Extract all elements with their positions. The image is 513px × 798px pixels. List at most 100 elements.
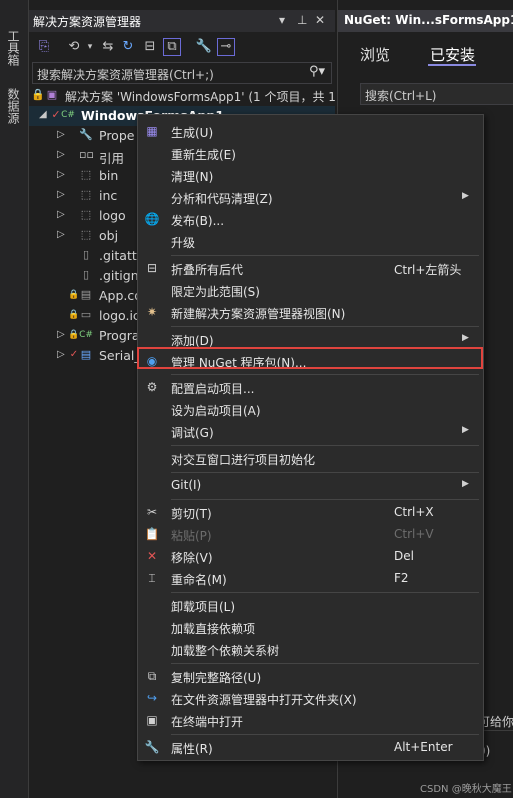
tab-installed-underline: [428, 64, 476, 66]
menu-item-label: 粘贴(P): [171, 529, 212, 543]
paste-icon: 📋: [144, 527, 160, 541]
menu-separator: [171, 592, 479, 593]
menu-item-rename[interactable]: ⌶ 重命名(M) F2: [138, 567, 483, 589]
toolbox-tab[interactable]: 工具箱: [5, 30, 22, 66]
menu-item-label: 对交互窗口进行项目初始化: [171, 453, 316, 467]
menu-item-label: 加载直接依赖项: [171, 622, 256, 636]
build-icon: ▦: [146, 124, 158, 138]
menu-item-label: 在文件资源管理器中打开文件夹(X): [171, 693, 357, 707]
sync-icon[interactable]: ⇆: [99, 38, 117, 56]
menu-item-open-terminal[interactable]: ▣ 在终端中打开: [138, 709, 483, 731]
menu-item-unload[interactable]: 卸载项目(L): [138, 594, 483, 616]
chevron-down-icon[interactable]: ▾: [279, 13, 285, 27]
menu-item-collapse-all[interactable]: ⊟ 折叠所有后代 Ctrl+左箭头: [138, 257, 483, 279]
menu-item-shortcut: Ctrl+X: [394, 505, 434, 519]
tree-item-label: .gitign: [99, 268, 139, 283]
menu-item-shortcut: F2: [394, 571, 409, 585]
folder-icon: ⬚: [80, 228, 92, 241]
new-view-icon: ✷: [146, 305, 158, 319]
show-all-files-icon[interactable]: ⧉: [163, 38, 181, 56]
menu-item-label: 设为启动项目(A): [171, 404, 261, 418]
submenu-arrow-icon: ▶: [462, 333, 469, 343]
menu-item-label: 折叠所有后代: [171, 263, 244, 277]
menu-item-load-tree[interactable]: 加载整个依赖关系树: [138, 638, 483, 660]
menu-item-label: 分析和代码清理(Z): [171, 192, 273, 206]
copy-icon: ⧉: [147, 669, 157, 683]
nuget-document-tab[interactable]: NuGet: Win...sFormsApp1: [338, 10, 513, 32]
tab-browse[interactable]: 浏览: [360, 44, 390, 65]
menu-item-label: 在终端中打开: [171, 715, 244, 729]
wrench-icon: 🔧: [79, 128, 93, 141]
pin-icon[interactable]: ⊥: [297, 13, 307, 27]
menu-item-rebuild[interactable]: 重新生成(E): [138, 142, 483, 164]
menu-item-analyze[interactable]: 分析和代码清理(Z) ▶: [138, 186, 483, 208]
folder-icon: ⬚: [80, 188, 92, 201]
menu-item-load-direct[interactable]: 加载直接依赖项: [138, 616, 483, 638]
menu-item-set-startup[interactable]: 设为启动项目(A): [138, 398, 483, 420]
menu-item-copy-path[interactable]: ⧉ 复制完整路径(U): [138, 665, 483, 687]
menu-item-label: 限定为此范围(S): [171, 285, 260, 299]
tree-item-label: Serial_: [99, 348, 141, 363]
menu-item-debug[interactable]: 调试(G) ▶: [138, 420, 483, 442]
menu-item-shortcut: Del: [394, 549, 414, 563]
folder-icon: ⬚: [80, 208, 92, 221]
solution-search-box[interactable]: 搜索解决方案资源管理器(Ctrl+;) ⚲▾: [32, 62, 332, 84]
menu-item-configure-startup[interactable]: ⚙ 配置启动项目...: [138, 376, 483, 398]
menu-item-remove[interactable]: ✕ 移除(V) Del: [138, 545, 483, 567]
menu-item-scope[interactable]: 限定为此范围(S): [138, 279, 483, 301]
menu-item-build[interactable]: ▦ 生成(U): [138, 120, 483, 142]
menu-item-shortcut: Ctrl+左箭头: [394, 263, 462, 277]
nuget-search-box[interactable]: 搜索(Ctrl+L): [360, 83, 513, 105]
properties-icon[interactable]: 🔧: [195, 38, 213, 56]
terminal-icon: ▣: [146, 713, 158, 727]
menu-item-label: 属性(R): [171, 742, 213, 756]
config-icon: ▤: [80, 288, 92, 301]
menu-item-label: 配置启动项目...: [171, 382, 255, 396]
submenu-arrow-icon: ▶: [462, 479, 469, 489]
menu-separator: [171, 734, 479, 735]
references-icon: ▫▫: [79, 148, 94, 161]
solution-explorer-titlebar: 解决方案资源管理器 ▾ ⊥ ✕: [29, 10, 335, 32]
menu-item-clean[interactable]: 清理(N): [138, 164, 483, 186]
menu-item-upgrade[interactable]: 升级: [138, 230, 483, 252]
solution-node[interactable]: 🔒 ▣ 解决方案 'WindowsFormsApp1' (1 个项目，共 1: [29, 86, 336, 106]
menu-item-interactive-init[interactable]: 对交互窗口进行项目初始化: [138, 447, 483, 469]
menu-item-label: 复制完整路径(U): [171, 671, 262, 685]
scissors-icon: ✂: [146, 505, 158, 519]
expand-arrow-icon[interactable]: ◢: [39, 109, 47, 120]
solution-search-placeholder: 搜索解决方案资源管理器(Ctrl+;): [37, 68, 214, 82]
watermark: CSDN @晚秋大魔王: [420, 784, 512, 795]
preview-icon[interactable]: ⊸: [217, 38, 235, 56]
history-dropdown-icon[interactable]: ▾: [81, 38, 99, 56]
datasource-tab[interactable]: 数据源: [5, 88, 22, 124]
collapse-icon: ⊟: [146, 261, 158, 275]
menu-item-git[interactable]: Git(I) ▶: [138, 474, 483, 496]
rename-icon: ⌶: [148, 571, 156, 585]
menu-item-new-view[interactable]: ✷ 新建解决方案资源管理器视图(N): [138, 301, 483, 323]
refresh-icon[interactable]: ↻: [119, 38, 137, 56]
menu-separator: [171, 445, 479, 446]
folder-icon: ⬚: [80, 168, 92, 181]
search-icon[interactable]: ⚲▾: [309, 64, 325, 79]
submenu-arrow-icon: ▶: [462, 425, 469, 435]
menu-item-cut[interactable]: ✂ 剪切(T) Ctrl+X: [138, 501, 483, 523]
switch-views-icon[interactable]: ⎘: [35, 38, 53, 56]
tree-item-label: App.co: [99, 288, 142, 303]
collapse-all-icon[interactable]: ⊟: [141, 38, 159, 56]
menu-item-open-folder[interactable]: ↪ 在文件资源管理器中打开文件夹(X): [138, 687, 483, 709]
tree-item-label: logo.ic: [99, 308, 140, 323]
menu-separator: [171, 374, 479, 375]
menu-item-publish[interactable]: 🌐 发布(B)...: [138, 208, 483, 230]
nuget-search-placeholder: 搜索(Ctrl+L): [365, 89, 437, 103]
tree-item-label: logo: [99, 208, 126, 223]
tab-installed[interactable]: 已安装: [430, 44, 475, 65]
tree-item-label: inc: [99, 188, 118, 203]
icon-file-icon: ▭: [80, 308, 92, 321]
left-tool-strip: 工具箱 数据源: [0, 0, 29, 798]
menu-item-label: 升级: [171, 236, 196, 250]
close-icon[interactable]: ✕: [315, 13, 325, 27]
menu-item-label: Git(I): [171, 478, 202, 492]
solution-explorer-title: 解决方案资源管理器: [33, 15, 142, 29]
menu-item-paste[interactable]: 📋 粘贴(P) Ctrl+V: [138, 523, 483, 545]
menu-item-properties[interactable]: 🔧 属性(R) Alt+Enter: [138, 736, 483, 758]
